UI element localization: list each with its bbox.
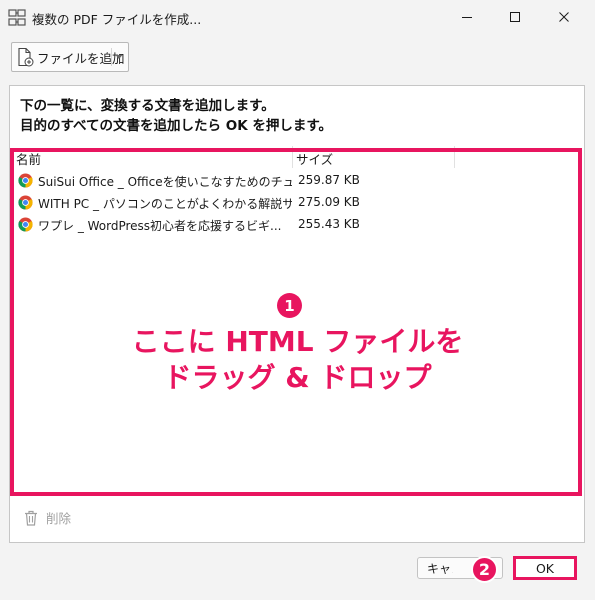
instruction-text: 下の一覧に、変換する文書を追加します。 目的のすべての文書を追加したら OK を…: [20, 96, 332, 136]
add-file-icon: [18, 47, 34, 67]
delete-button[interactable]: 削除: [22, 508, 71, 527]
drop-instruction-line-2: ドラッグ & ドロップ: [163, 361, 432, 394]
ok-label: OK: [535, 560, 555, 576]
instruction-line-2: 目的のすべての文書を追加したら OK を押します。: [20, 118, 333, 134]
close-button[interactable]: [541, 0, 587, 34]
trash-icon: [25, 510, 37, 526]
chevron-down-icon[interactable]: [115, 54, 123, 60]
dropdown-separator: [111, 48, 112, 66]
minimize-icon: [462, 17, 472, 18]
step-badge-2: 2: [471, 556, 498, 583]
drop-instruction-line-1: ここに HTML ファイルを: [131, 325, 464, 358]
delete-label: 削除: [46, 511, 72, 526]
title-bar: 複数の PDF ファイルを作成...: [0, 0, 595, 34]
instruction-line-1: 下の一覧に、変換する文書を追加します。: [20, 98, 275, 114]
maximize-button[interactable]: [492, 0, 538, 34]
maximize-icon: [510, 12, 520, 22]
drop-zone-highlight: [10, 148, 582, 496]
add-file-button[interactable]: ファイルを追加: [11, 42, 129, 72]
ok-button[interactable]: OK: [513, 556, 577, 580]
step-badge-1: 1: [277, 293, 302, 318]
minimize-button[interactable]: [444, 0, 490, 34]
cancel-label: キャンセル: [427, 561, 453, 576]
window-title: 複数の PDF ファイルを作成...: [32, 12, 202, 27]
close-icon: [559, 12, 569, 22]
pdf-combine-icon: [8, 9, 26, 26]
